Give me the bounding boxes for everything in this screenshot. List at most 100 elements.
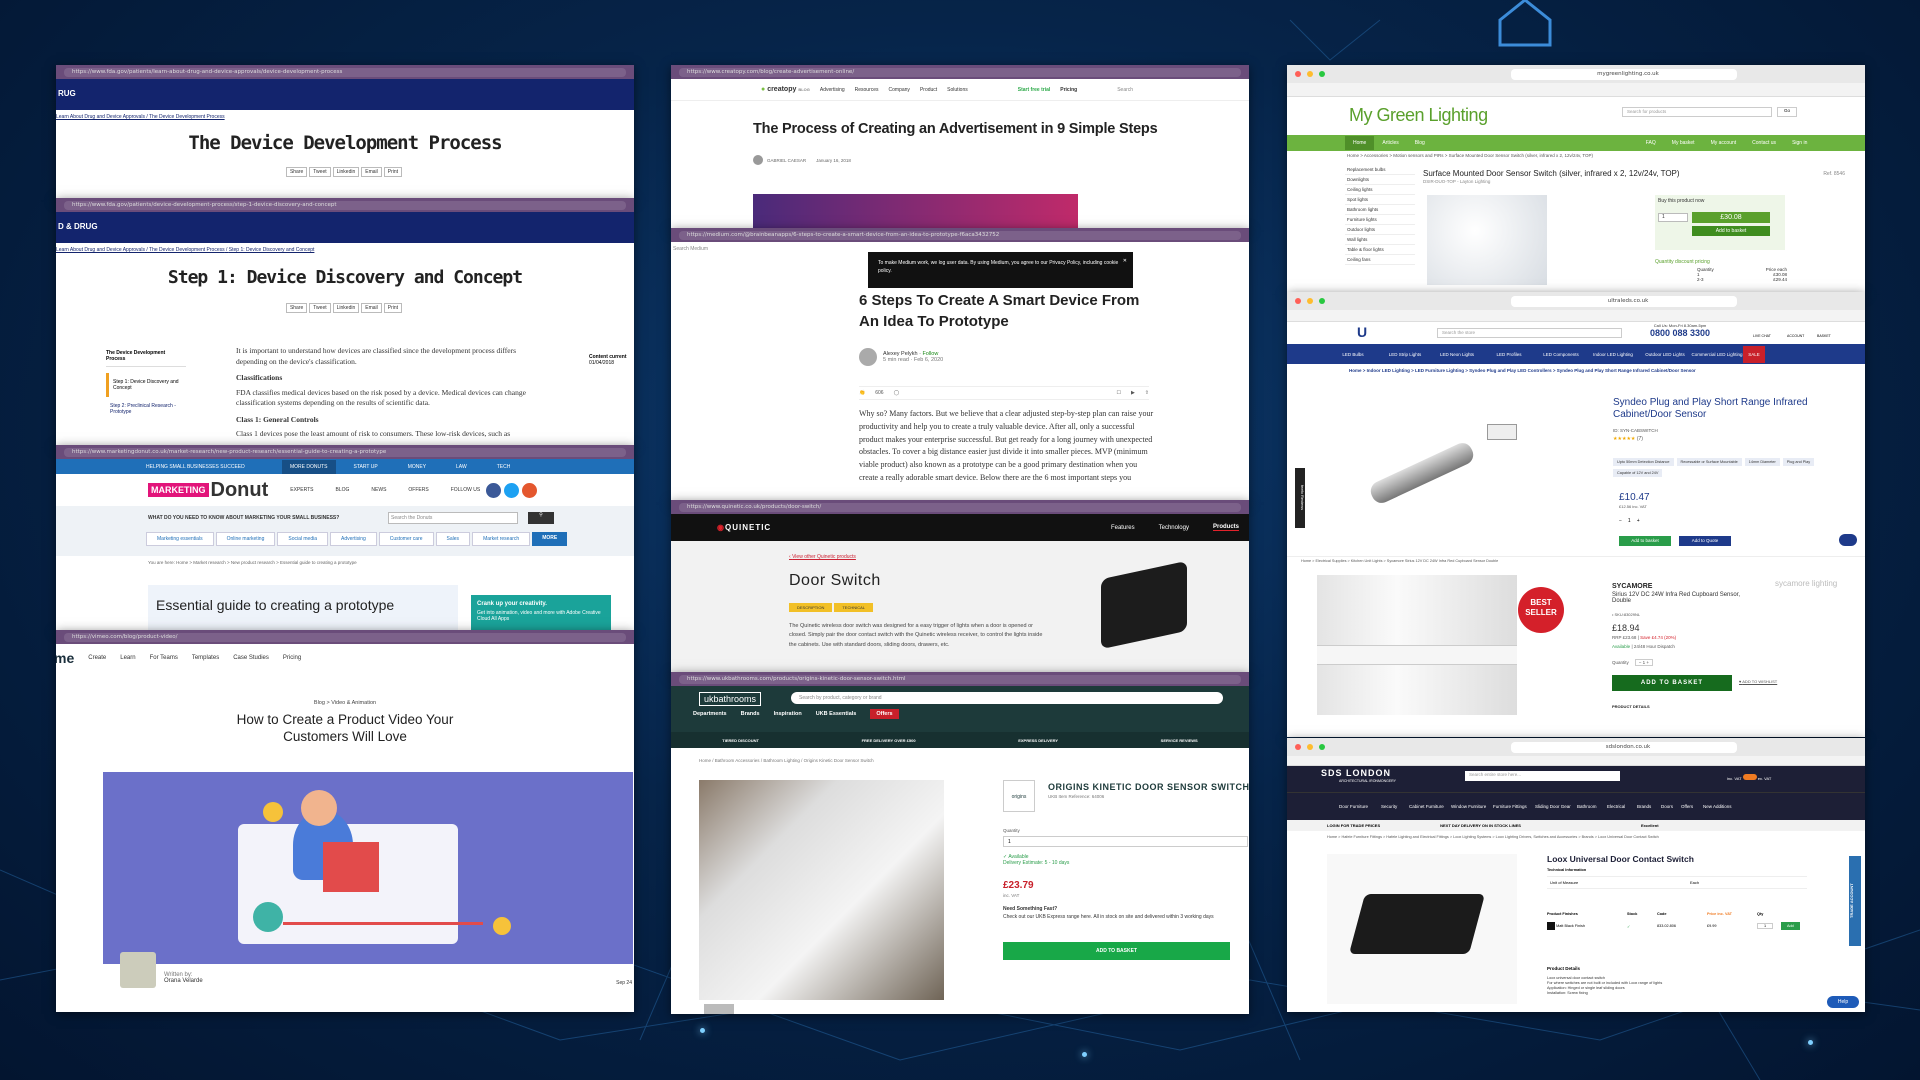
maximize-window-button[interactable] xyxy=(1319,298,1325,304)
facebook-icon[interactable] xyxy=(486,482,502,498)
nav-articles[interactable]: Articles xyxy=(1374,136,1406,150)
site-logo[interactable]: My Green Lighting xyxy=(1349,105,1488,126)
play-icon[interactable]: ▶ xyxy=(1131,390,1135,396)
nav-tech[interactable]: TECH xyxy=(485,460,523,474)
tab-social-media[interactable]: Social media xyxy=(277,532,329,546)
share-button[interactable]: Share xyxy=(285,167,308,177)
nav-technology[interactable]: Technology xyxy=(1159,525,1189,531)
nav-brands[interactable]: Brands xyxy=(1637,804,1661,809)
adobe-ad[interactable]: Crank up your creativity. Get into anima… xyxy=(471,595,611,630)
sidebar-item[interactable]: Replacement bulbs xyxy=(1345,165,1415,175)
quantity-input[interactable]: 1 xyxy=(1658,213,1688,222)
search-button[interactable]: ⚲ xyxy=(528,512,554,524)
minimize-window-button[interactable] xyxy=(1307,71,1313,77)
breadcrumb-link[interactable]: Blog xyxy=(314,700,325,706)
breadcrumb-link[interactable]: Learn About Drug and Device Approvals xyxy=(56,247,145,253)
nav-indoor-led[interactable]: Indoor LED Lighting xyxy=(1587,352,1639,357)
add-to-wishlist-link[interactable]: ♥ ADD TO WISHLIST xyxy=(1739,679,1777,684)
back-link[interactable]: ‹ View other Quinetic products xyxy=(789,554,856,560)
nav-blog[interactable]: BLOG xyxy=(336,487,350,493)
sidebar-item[interactable]: Table & floor lights xyxy=(1345,245,1415,255)
twitter-icon[interactable] xyxy=(504,482,520,498)
rating-stars[interactable]: ★★★★★ (7) xyxy=(1613,436,1643,442)
nav-for-teams[interactable]: For Teams xyxy=(150,655,178,661)
nav-security[interactable]: Security xyxy=(1381,804,1409,809)
live-chat-link[interactable]: LIVE CHAT xyxy=(1753,334,1771,338)
clap-icon[interactable]: 👏 xyxy=(859,390,865,396)
nav-doors[interactable]: Doors xyxy=(1661,804,1681,809)
tweet-button[interactable]: Tweet xyxy=(309,303,331,313)
search-field[interactable]: Search xyxy=(1117,87,1133,93)
nav-create[interactable]: Create xyxy=(88,655,106,661)
quantity-input[interactable]: 1 xyxy=(1003,836,1248,847)
address-bar[interactable]: https://vimeo.com/blog/product-video/ xyxy=(64,632,626,642)
address-bar[interactable]: https://www.fda.gov/patients/device-deve… xyxy=(64,200,626,210)
breadcrumb-link[interactable]: Bathroom Accessories xyxy=(715,758,760,763)
nav-learn[interactable]: Learn xyxy=(120,655,135,661)
maximize-window-button[interactable] xyxy=(1319,744,1325,750)
nav-led-neon[interactable]: LED Neon Lights xyxy=(1431,352,1483,357)
nav-led-strip[interactable]: LED Strip Lights xyxy=(1379,352,1431,357)
product-details-heading[interactable]: PRODUCT DETAILS xyxy=(1612,704,1650,709)
quinetic-logo[interactable]: ◉QUINETIC xyxy=(717,523,771,532)
search-input[interactable]: Search for products xyxy=(1622,107,1772,117)
bookmark-icon[interactable]: ☐ xyxy=(1116,390,1120,396)
email-button[interactable]: Email xyxy=(361,167,382,177)
sidebar-item[interactable]: Wall lights xyxy=(1345,235,1415,245)
address-bar[interactable]: mygreenlighting.co.uk xyxy=(1511,68,1737,80)
nav-product[interactable]: Product xyxy=(920,87,937,93)
sidebar-item[interactable]: Outdoor lights xyxy=(1345,225,1415,235)
author-name[interactable]: Orana Velarde xyxy=(164,978,203,984)
nav-pricing[interactable]: Pricing xyxy=(1060,87,1077,93)
tweet-button[interactable]: Tweet xyxy=(309,167,331,177)
breadcrumb-link[interactable]: The Device Development Process xyxy=(149,247,225,253)
linkedin-button[interactable]: Linkedin xyxy=(332,303,360,313)
vat-toggle[interactable]: inc. VAT ex. VAT xyxy=(1727,774,1771,781)
nav-led-components[interactable]: LED Components xyxy=(1535,352,1587,357)
nav-my-account[interactable]: My account xyxy=(1703,136,1745,150)
feefo-reviews-tab[interactable]: feefo Reviews xyxy=(1295,468,1305,528)
address-bar[interactable]: https://www.quinetic.co.uk/products/door… xyxy=(679,502,1241,512)
sidebar-item[interactable]: Bathroom lights xyxy=(1345,205,1415,215)
share-button[interactable]: Share xyxy=(285,303,308,313)
add-button[interactable]: Add xyxy=(1781,922,1800,930)
site-logo[interactable]: MARKETING Donut xyxy=(148,479,268,502)
nav-sale[interactable]: SALE xyxy=(1743,345,1765,363)
nav-sign-in[interactable]: Sign in xyxy=(1784,136,1815,150)
maximize-window-button[interactable] xyxy=(1319,71,1325,77)
sidebar-item[interactable]: Ceiling lights xyxy=(1345,185,1415,195)
nav-contact-us[interactable]: Contact us xyxy=(1744,136,1784,150)
nav-window-furniture[interactable]: Window Furniture xyxy=(1451,804,1493,809)
nav-furniture-fittings[interactable]: Furniture Fittings xyxy=(1493,804,1535,809)
sidebar-item[interactable]: Downlights xyxy=(1345,175,1415,185)
add-to-basket-button[interactable]: Add to basket xyxy=(1619,536,1671,546)
breadcrumb-link[interactable]: The Device Development Process xyxy=(149,114,225,120)
nav-experts[interactable]: EXPERTS xyxy=(290,487,313,493)
address-bar[interactable]: https://www.fda.gov/patients/learn-about… xyxy=(64,67,626,77)
nav-outdoor-led[interactable]: Outdoor LED Lights xyxy=(1639,352,1691,357)
tab-advertising[interactable]: Advertising xyxy=(330,532,377,546)
close-window-button[interactable] xyxy=(1295,744,1301,750)
nav-solutions[interactable]: Solutions xyxy=(947,87,968,93)
basket-link[interactable]: BASKET xyxy=(1817,334,1831,338)
address-bar[interactable]: sdslondon.co.uk xyxy=(1511,741,1737,753)
nav-start-up[interactable]: START UP xyxy=(342,460,390,474)
nav-features[interactable]: Features xyxy=(1111,525,1135,531)
address-bar[interactable]: https://www.marketingdonut.co.uk/market-… xyxy=(64,447,626,457)
nav-case-studies[interactable]: Case Studies xyxy=(233,655,269,661)
breadcrumb-link[interactable]: Video & Animation xyxy=(331,700,376,706)
creatopy-logo[interactable]: ● creatopy BLOG xyxy=(761,86,810,93)
tab-marketing-essentials[interactable]: Marketing essentials xyxy=(146,532,214,546)
help-button[interactable]: Help xyxy=(1827,996,1859,1008)
nav-offers[interactable]: OFFERS xyxy=(408,487,428,493)
tab-sales[interactable]: Sales xyxy=(435,532,471,546)
address-bar[interactable]: https://www.creatopy.com/blog/create-adv… xyxy=(679,67,1241,77)
tab-more[interactable]: MORE xyxy=(532,532,568,546)
sidebar-item[interactable]: Spot lights xyxy=(1345,195,1415,205)
search-input[interactable]: Search the store xyxy=(1437,328,1622,338)
breadcrumb-link[interactable]: Step 1: Device Discovery and Concept xyxy=(229,247,315,253)
minimize-window-button[interactable] xyxy=(1307,744,1313,750)
linkedin-button[interactable]: Linkedin xyxy=(332,167,360,177)
brand-logo[interactable]: origins xyxy=(1003,780,1035,812)
nav-led-bulbs[interactable]: LED Bulbs xyxy=(1327,352,1379,357)
